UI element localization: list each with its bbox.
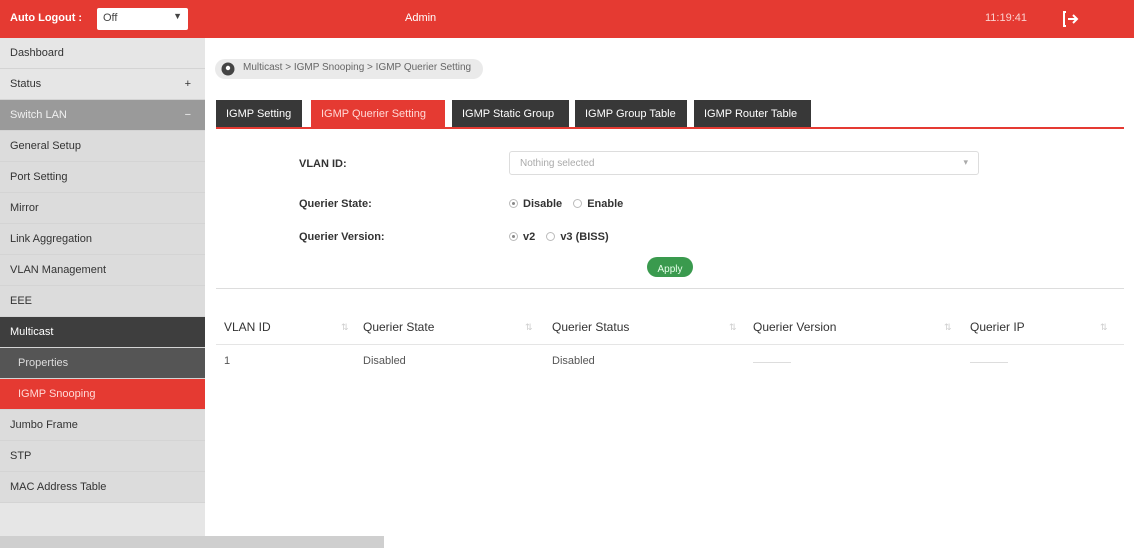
sidebar-item-link-aggregation[interactable]: Link Aggregation [0, 224, 205, 255]
sidebar-item-vlan-management[interactable]: VLAN Management [0, 255, 205, 286]
sidebar-item-mac-address-table[interactable]: MAC Address Table [0, 472, 205, 503]
tab-label: IGMP Querier Setting [321, 108, 426, 120]
radio-label: v3 (BISS) [560, 231, 609, 243]
apply-button[interactable]: Apply [647, 257, 693, 277]
tab-label: IGMP Router Table [704, 108, 798, 120]
tab-igmp-setting[interactable]: IGMP Setting [216, 100, 302, 128]
querier-state-radio-group: Disable Enable [509, 198, 631, 210]
sort-icon[interactable]: ⇅ [341, 322, 349, 333]
user-name: Admin [405, 12, 437, 24]
sidebar-item-switch-lan[interactable]: Switch LAN − [0, 100, 205, 131]
sidebar: Dashboard Status + Switch LAN − General Se… [0, 38, 205, 548]
sort-icon[interactable]: ⇅ [729, 322, 737, 333]
sidebar-item-label: Jumbo Frame [10, 419, 78, 431]
sidebar-item-general-setup[interactable]: General Setup [0, 131, 205, 162]
chevron-down-icon: ▼ [173, 11, 182, 21]
querier-state-enable-option[interactable]: Enable [573, 198, 623, 210]
top-bar: Auto Logout : Off ▼ Admin 11:19:41 [0, 0, 1134, 38]
sidebar-item-jumbo-frame[interactable]: Jumbo Frame [0, 410, 205, 441]
radio-selected-icon[interactable] [509, 198, 518, 208]
tab-underline [216, 127, 1124, 129]
expand-icon: + [184, 78, 191, 90]
sidebar-item-label: Multicast [10, 326, 54, 338]
column-header-querier-state[interactable]: Querier State [363, 320, 434, 334]
radio-selected-icon[interactable] [509, 231, 518, 241]
sidebar-item-multicast[interactable]: Multicast [0, 317, 205, 348]
sidebar-item-properties[interactable]: Properties [0, 348, 205, 379]
collapse-icon: − [184, 109, 191, 121]
breadcrumb-text: Multicast > IGMP Snooping > IGMP Querier… [243, 62, 472, 73]
sidebar-item-label: VLAN Management [10, 264, 106, 276]
auto-logout-select[interactable]: Off ▼ [97, 8, 188, 30]
radio-unselected-icon[interactable] [573, 198, 583, 208]
tab-igmp-group-table[interactable]: IGMP Group Table [575, 100, 687, 128]
querier-version-v2-option[interactable]: v2 [509, 231, 535, 243]
auto-logout-label: Auto Logout : [10, 12, 83, 24]
breadcrumb: Multicast > IGMP Snooping > IGMP Querier… [215, 59, 484, 79]
tab-igmp-querier-setting[interactable]: IGMP Querier Setting [311, 100, 445, 128]
tab-label: IGMP Setting [226, 108, 292, 120]
table-header-divider [216, 344, 1124, 345]
vlan-id-label: VLAN ID: [299, 158, 347, 170]
sidebar-item-dashboard[interactable]: Dashboard [0, 38, 205, 69]
sidebar-item-label: Switch LAN [10, 109, 67, 121]
querier-version-v3-option[interactable]: v3 (BISS) [546, 231, 609, 243]
tab-label: IGMP Static Group [462, 108, 555, 120]
vlan-id-select[interactable]: Nothing selected ▾ [509, 151, 979, 175]
tab-label: IGMP Group Table [585, 108, 676, 120]
cell-querier-state: Disabled [363, 355, 406, 367]
sidebar-item-status[interactable]: Status + [0, 69, 205, 100]
radio-label: Enable [587, 198, 624, 210]
sidebar-item-label: Link Aggregation [10, 233, 92, 245]
column-header-querier-ip[interactable]: Querier IP [970, 320, 1025, 334]
sort-icon[interactable]: ⇅ [1100, 322, 1108, 333]
cell-querier-ip-empty [970, 362, 1008, 363]
logout-icon[interactable] [1060, 8, 1082, 30]
cell-querier-version-empty [753, 362, 791, 363]
column-header-querier-version[interactable]: Querier Version [753, 320, 836, 334]
radio-unselected-icon[interactable] [546, 231, 556, 241]
chevron-down-icon: ▾ [963, 157, 968, 167]
sidebar-item-label: STP [10, 450, 32, 462]
column-header-vlan-id[interactable]: VLAN ID [224, 320, 271, 334]
sidebar-item-label: General Setup [10, 140, 81, 152]
sidebar-item-label: Status [10, 78, 42, 90]
querier-version-label: Querier Version: [299, 231, 385, 243]
radio-label: Disable [523, 198, 563, 210]
querier-state-disable-option[interactable]: Disable [509, 198, 562, 210]
auto-logout-value: Off [103, 12, 118, 24]
cell-querier-status: Disabled [552, 355, 595, 367]
sidebar-item-igmp-snooping[interactable]: IGMP Snooping [0, 379, 205, 410]
sort-icon[interactable]: ⇅ [944, 322, 952, 333]
tab-igmp-router-table[interactable]: IGMP Router Table [694, 100, 811, 128]
vlan-id-placeholder: Nothing selected [520, 158, 595, 169]
section-divider [216, 288, 1124, 289]
tab-igmp-static-group[interactable]: IGMP Static Group [452, 100, 569, 128]
radio-label: v2 [523, 231, 536, 243]
sidebar-item-label: Mirror [10, 202, 39, 214]
sidebar-item-label: Dashboard [10, 47, 64, 59]
sort-icon[interactable]: ⇅ [525, 322, 533, 333]
clock: 11:19:41 [985, 12, 1028, 24]
main-content: Multicast > IGMP Snooping > IGMP Querier… [205, 38, 1134, 548]
sidebar-item-label: IGMP Snooping [18, 388, 96, 400]
cell-vlan-id: 1 [224, 355, 231, 367]
querier-version-radio-group: v2 v3 (BISS) [509, 231, 617, 243]
column-header-querier-status[interactable]: Querier Status [552, 320, 629, 334]
sidebar-item-label: Properties [18, 357, 69, 369]
sidebar-item-eee[interactable]: EEE [0, 286, 205, 317]
sidebar-item-label: Port Setting [10, 171, 68, 183]
sidebar-item-port-setting[interactable]: Port Setting [0, 162, 205, 193]
sidebar-item-mirror[interactable]: Mirror [0, 193, 205, 224]
sidebar-item-label: MAC Address Table [10, 481, 107, 493]
sidebar-item-label: EEE [10, 295, 33, 307]
sidebar-item-stp[interactable]: STP [0, 441, 205, 472]
querier-state-label: Querier State: [299, 198, 372, 210]
location-pin-icon [221, 62, 235, 76]
